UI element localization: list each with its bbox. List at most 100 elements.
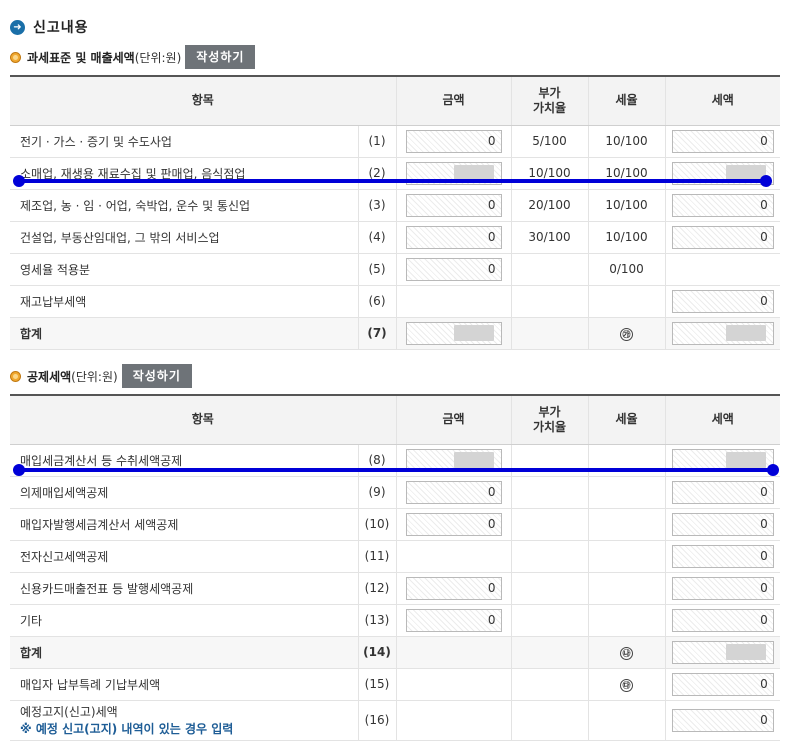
table-row: 매입자발행세금계산서 세액공제 (10) 0 0 <box>10 508 780 541</box>
row-label: 소매업, 재생용 재료수집 및 판매업, 음식점업 <box>10 157 358 190</box>
tax-cell: 0 <box>664 285 780 318</box>
amount-cell: 0 <box>395 221 511 254</box>
value-added-rate-cell: 10/100 <box>510 157 588 190</box>
row-label-text: 전기 · 가스 · 증기 및 수도사업 <box>20 134 172 149</box>
masked-value-field[interactable] <box>405 321 502 345</box>
header-value-added-rate: 부가 가치율 <box>510 76 588 126</box>
amount-input[interactable]: 0 <box>671 544 774 568</box>
amount-input[interactable]: 0 <box>405 225 502 249</box>
masked-value <box>453 324 494 341</box>
amount-cell <box>395 668 511 701</box>
value-added-rate-cell <box>510 540 588 573</box>
amount-input[interactable]: 0 <box>671 193 774 217</box>
tax-cell: 0 <box>664 508 780 541</box>
row-number: (4) <box>357 221 396 254</box>
table-row: 소매업, 재생용 재료수집 및 판매업, 음식점업 (2) 10/100 10/100 <box>10 157 780 190</box>
table-row: 매입자 납부특례 기납부세액 (15) ㉰ 0 <box>10 668 780 701</box>
table-row: 의제매입세액공제 (9) 0 0 <box>10 476 780 509</box>
amount-input[interactable]: 0 <box>405 576 502 600</box>
value-added-rate-cell: 5/100 <box>510 125 588 158</box>
row-label-text: 신용카드매출전표 등 발행세액공제 <box>20 581 194 596</box>
amount-cell <box>395 317 511 350</box>
amount-input[interactable]: 0 <box>405 193 502 217</box>
amount-input[interactable]: 0 <box>671 129 774 153</box>
unit-label: (단위:원) <box>134 50 182 65</box>
row-label: 예정고지(신고)세액 ※ 예정 신고(고지) 내역이 있는 경우 입력 <box>10 700 358 741</box>
tax-cell: 0 <box>664 572 780 605</box>
tax-cell <box>664 253 780 286</box>
amount-cell: 0 <box>395 508 511 541</box>
amount-input[interactable]: 0 <box>671 225 774 249</box>
row-label: 매입자발행세금계산서 세액공제 <box>10 508 358 541</box>
amount-input[interactable]: 0 <box>405 257 502 281</box>
tax-rate-cell <box>587 476 665 509</box>
row-number: (16) <box>357 700 396 741</box>
row-label-text: 예정고지(신고)세액 <box>20 705 118 719</box>
masked-value-field[interactable] <box>671 321 774 345</box>
amount-cell: 0 <box>395 572 511 605</box>
row-label-text: 매입자 납부특례 기납부세액 <box>20 677 161 692</box>
section-title: 공제세액 <box>27 369 72 384</box>
value-added-rate-cell <box>510 508 588 541</box>
row-label: 영세율 적용분 <box>10 253 358 286</box>
amount-input[interactable]: 0 <box>405 512 502 536</box>
table-row: 건설업, 부동산임대업, 그 밖의 서비스업 (4) 0 30/100 10/100 0 <box>10 221 780 254</box>
amount-input[interactable]: 0 <box>405 608 502 632</box>
header-amount: 금액 <box>395 76 511 126</box>
amount-input[interactable]: 0 <box>405 129 502 153</box>
amount-cell: 0 <box>395 476 511 509</box>
annotation-endpoint <box>760 175 772 187</box>
row-label: 전기 · 가스 · 증기 및 수도사업 <box>10 125 358 158</box>
table-row: 합계 (7) ㉮ <box>10 317 780 350</box>
header-item: 항목 <box>10 76 396 126</box>
value-added-rate-cell <box>510 604 588 637</box>
masked-value <box>453 451 494 468</box>
table-row: 영세율 적용분 (5) 0 0/100 <box>10 253 780 286</box>
tax-rate-cell <box>587 285 665 318</box>
circled-marker: ㉰ <box>620 678 633 692</box>
row-label-text: 재고납부세액 <box>20 294 87 309</box>
row-number: (9) <box>357 476 396 509</box>
row-number: (1) <box>357 125 396 158</box>
note-link[interactable]: ※ 예정 신고(고지) 내역이 있는 경우 입력 <box>20 720 358 737</box>
tax-rate-cell: 10/100 <box>587 221 665 254</box>
value-added-rate-cell <box>510 636 588 669</box>
write-button[interactable]: 작성하기 <box>185 45 256 69</box>
section-title: 과세표준 및 매출세액 <box>27 50 135 65</box>
table-row: 예정고지(신고)세액 ※ 예정 신고(고지) 내역이 있는 경우 입력 (16) 0 <box>10 700 780 741</box>
row-label-text: 합계 <box>20 326 43 341</box>
amount-cell: 0 <box>395 253 511 286</box>
amount-input[interactable]: 0 <box>405 480 502 504</box>
amount-input[interactable]: 0 <box>671 708 774 732</box>
annotation-endpoint <box>13 464 25 476</box>
row-number: (14) <box>357 636 396 669</box>
amount-input[interactable]: 0 <box>671 576 774 600</box>
masked-value-field[interactable] <box>671 640 774 664</box>
tax-cell <box>664 636 780 669</box>
amount-input[interactable]: 0 <box>671 289 774 313</box>
amount-cell: 0 <box>395 189 511 222</box>
tax-cell: 0 <box>664 189 780 222</box>
circled-marker: ㉮ <box>620 327 633 341</box>
annotation-line <box>18 468 773 472</box>
tax-cell: 0 <box>664 700 780 741</box>
row-label-text: 기타 <box>20 613 43 628</box>
tax-rate-cell <box>587 508 665 541</box>
row-label-text: 매입자발행세금계산서 세액공제 <box>20 517 179 532</box>
tax-rate-cell: 10/100 <box>587 157 665 190</box>
amount-input[interactable]: 0 <box>671 672 774 696</box>
write-button[interactable]: 작성하기 <box>121 364 192 388</box>
row-label: 제조업, 농 · 임 · 어업, 숙박업, 운수 및 통신업 <box>10 189 358 222</box>
value-added-rate-cell <box>510 476 588 509</box>
amount-cell: 0 <box>395 125 511 158</box>
amount-input[interactable]: 0 <box>671 512 774 536</box>
amount-input[interactable]: 0 <box>671 480 774 504</box>
amount-input[interactable]: 0 <box>671 608 774 632</box>
header-tax: 세액 <box>664 395 780 445</box>
tax-cell: 0 <box>664 476 780 509</box>
amount-cell <box>395 540 511 573</box>
header-item: 항목 <box>10 395 396 445</box>
row-number: (6) <box>357 285 396 318</box>
table-row: 합계 (14) ㉯ <box>10 636 780 669</box>
section-deduction-header: 공제세액 (단위:원) 작성하기 <box>10 364 192 388</box>
